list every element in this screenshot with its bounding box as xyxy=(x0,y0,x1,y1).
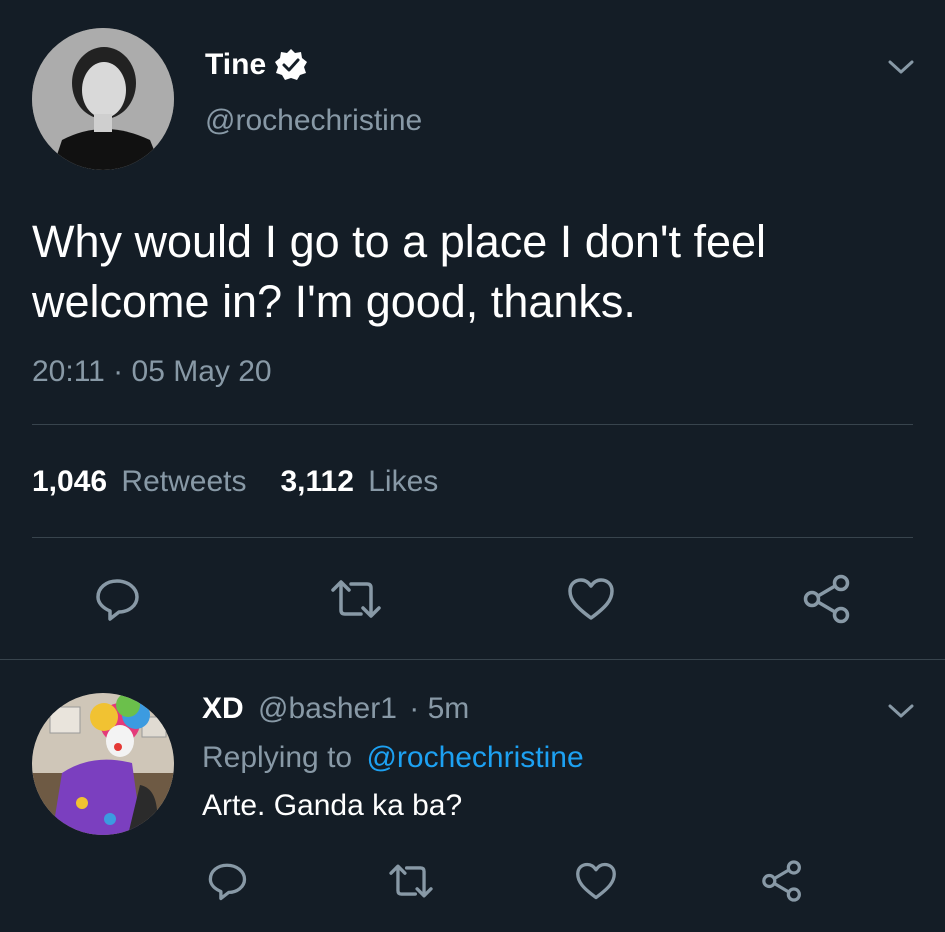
divider xyxy=(32,537,913,538)
reply-icon xyxy=(208,863,247,901)
tweet-stats: 1,046 Retweets 3,112 Likes xyxy=(32,465,438,499)
reply-like-button[interactable] xyxy=(572,859,620,903)
reply-chevron-down-icon[interactable] xyxy=(887,702,915,720)
author-name[interactable]: Tine xyxy=(205,48,266,82)
tweet-text: Why would I go to a place I don't feel w… xyxy=(32,212,766,332)
retweet-icon xyxy=(331,580,381,618)
reply-author-name[interactable]: XD xyxy=(202,692,244,725)
like-icon xyxy=(568,578,614,620)
verified-badge-icon xyxy=(274,48,308,82)
reply-share-button[interactable] xyxy=(758,857,806,905)
reply-icon xyxy=(96,579,139,621)
like-icon xyxy=(576,862,616,900)
author-name-row: Tine xyxy=(205,48,308,82)
author-avatar-image xyxy=(32,28,174,170)
like-button[interactable] xyxy=(564,574,618,624)
reply-avatar[interactable] xyxy=(32,693,174,835)
tweet-text-line2: welcome in? I'm good, thanks. xyxy=(32,276,636,327)
likes-label: Likes xyxy=(368,465,439,498)
reply-reply-button[interactable] xyxy=(204,859,250,903)
replying-handle-link[interactable]: @rochechristine xyxy=(366,741,583,774)
author-avatar[interactable] xyxy=(32,28,174,170)
retweets-stat[interactable]: 1,046 Retweets xyxy=(32,465,246,499)
likes-count: 3,112 xyxy=(280,465,354,498)
author-handle[interactable]: @rochechristine xyxy=(205,104,422,138)
retweet-button[interactable] xyxy=(328,574,384,624)
replying-to: Replying to @rochechristine xyxy=(202,741,584,775)
share-icon xyxy=(803,574,850,624)
reply-button[interactable] xyxy=(92,574,142,624)
reply-avatar-image xyxy=(32,693,174,835)
chevron-down-icon[interactable] xyxy=(887,58,915,76)
tweet-text-line1: Why would I go to a place I don't feel xyxy=(32,216,767,267)
reply-text: Arte. Ganda ka ba? xyxy=(202,789,463,822)
share-button[interactable] xyxy=(800,572,854,626)
reply-time: · 5m xyxy=(409,692,470,725)
reply-retweet-button[interactable] xyxy=(386,859,436,903)
divider xyxy=(32,424,913,425)
tweet-timestamp[interactable]: 20:11 · 05 May 20 xyxy=(32,355,272,389)
likes-stat[interactable]: 3,112 Likes xyxy=(280,465,438,499)
reply-header: XD @basher1 · 5m xyxy=(202,692,469,726)
replying-prefix: Replying to xyxy=(202,741,353,774)
divider xyxy=(0,659,945,660)
reply-author-handle[interactable]: @basher1 xyxy=(258,692,397,725)
retweet-icon xyxy=(389,864,433,898)
share-icon xyxy=(762,860,801,902)
retweets-count: 1,046 xyxy=(32,465,108,498)
retweets-label: Retweets xyxy=(121,465,247,498)
